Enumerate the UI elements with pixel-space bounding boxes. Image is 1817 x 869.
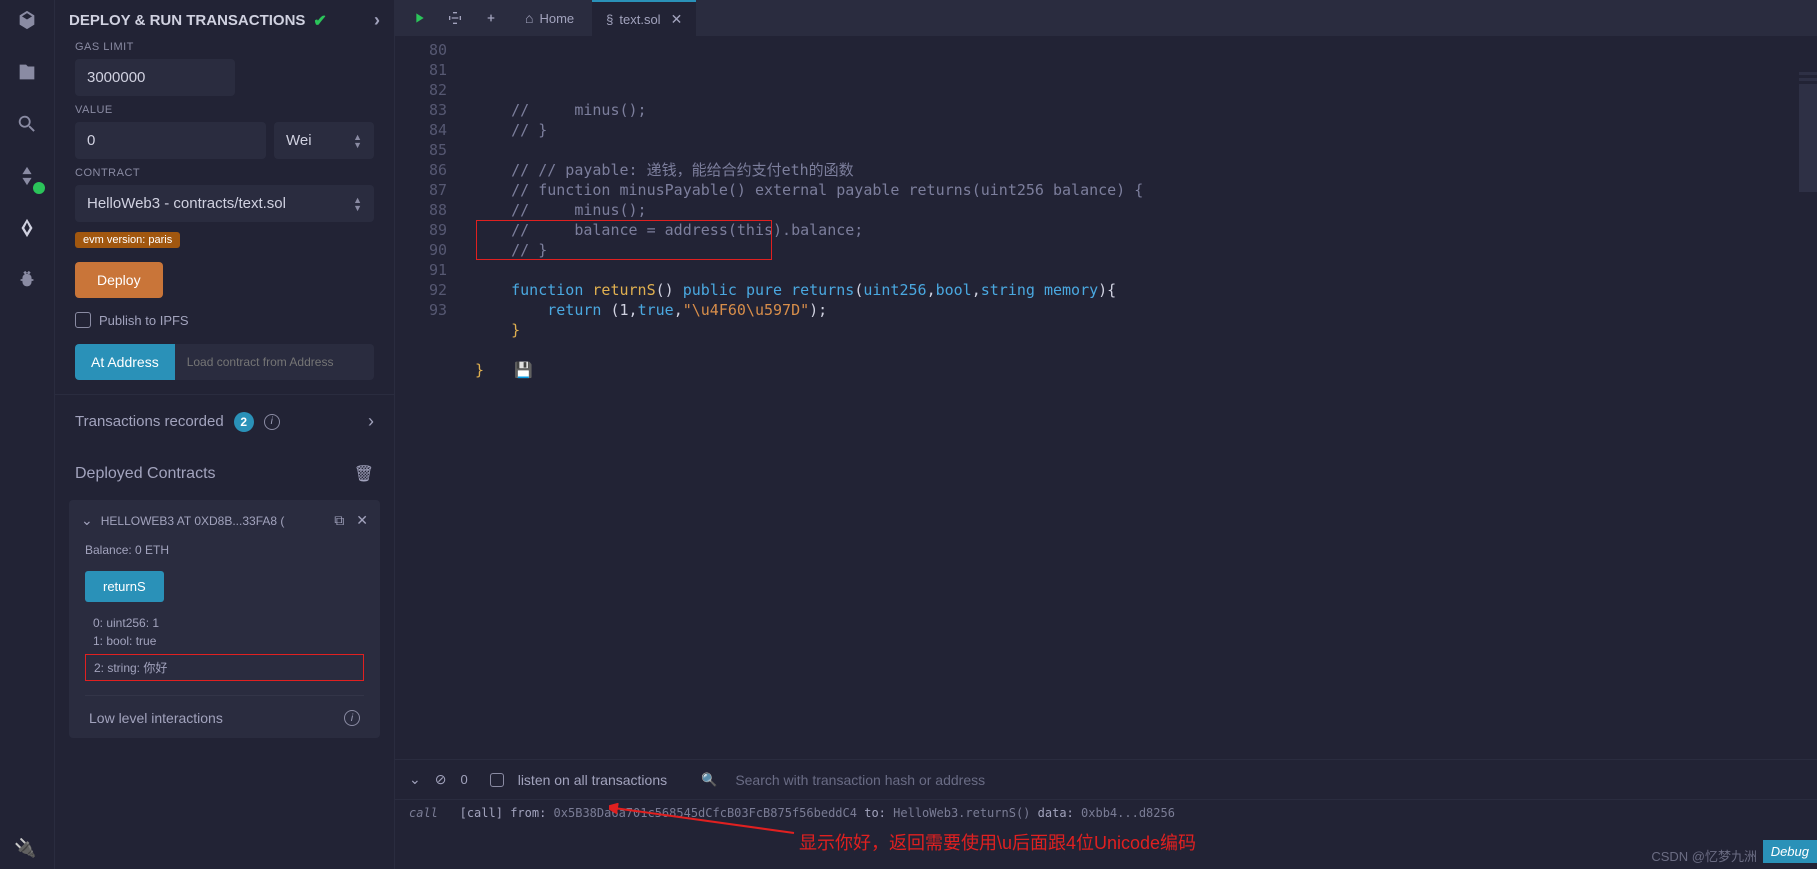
instance-title: HELLOWEB3 AT 0XD8B...33FA8 ( [101,514,285,528]
gas-limit-input[interactable] [75,59,235,96]
terminal-clear-icon[interactable]: ⊘ [435,771,447,788]
return-value-0: 0: uint256: 1 [85,614,364,632]
close-tab-icon[interactable]: ✕ [671,11,683,28]
trash-icon[interactable]: 🗑 [354,464,374,484]
terminal-toggle-icon[interactable]: ⌄ [409,771,421,788]
pending-tx-count: 0 [460,772,467,787]
function-returns-button[interactable]: returnS [85,571,164,602]
copy-address-icon[interactable]: ⧉ [334,512,344,529]
value-input[interactable] [75,122,266,159]
tab-home[interactable]: ⌂ Home [511,0,588,36]
terminal-output: call [call] from: 0x5B38Da6a701c568545dC… [395,800,1817,826]
code-editor[interactable]: 80818283848586878889⌄90919293 // minus()… [395,36,1817,759]
info-icon[interactable]: i [264,414,280,430]
instance-balance: Balance: 0 ETH [85,543,364,557]
value-label: VALUE [75,104,374,116]
listen-label: listen on all transactions [518,772,667,788]
icon-sidebar [0,0,55,869]
evm-version-badge: evm version: paris [75,232,180,248]
remove-instance-icon[interactable]: ✕ [356,512,368,529]
tx-recorded-label: Transactions recorded [75,413,224,430]
tx-count-badge: 2 [234,412,254,432]
terminal-search-icon[interactable]: 🔍 [701,772,717,788]
editor-tabbar: ⌂ Home § text.sol ✕ [395,0,1817,36]
instance-collapse-icon[interactable]: ⌄ [81,512,93,529]
solidity-file-icon: § [606,12,613,27]
deploy-button[interactable]: Deploy [75,262,163,298]
panel-title: DEPLOY & RUN TRANSACTIONS [69,12,305,29]
deploy-panel: DEPLOY & RUN TRANSACTIONS ✔ › GAS LIMIT … [55,0,395,869]
check-icon: ✔ [313,11,326,31]
terminal-search-input[interactable] [731,768,1251,792]
value-unit-select[interactable]: Wei ▲▼ [274,122,374,159]
low-level-interactions-label: Low level interactions [89,710,223,726]
lli-info-icon[interactable]: i [344,710,360,726]
file-explorer-icon[interactable] [13,58,41,86]
terminal: ⌄ ⊘ 0 listen on all transactions 🔍 call … [395,759,1817,869]
tab-text-sol[interactable]: § text.sol ✕ [592,0,696,36]
return-value-2: 2: string: 你好 [86,657,363,678]
search-icon[interactable] [13,110,41,138]
deploy-run-icon[interactable] [13,214,41,242]
zoom-in-icon[interactable] [475,6,507,30]
contract-label: CONTRACT [75,167,374,179]
remix-logo-icon[interactable] [13,6,41,34]
minimap[interactable] [1799,72,1817,352]
watermark: CSDN @忆梦九洲 [1651,846,1757,865]
contract-instance: ⌄ HELLOWEB3 AT 0XD8B...33FA8 ( ⧉ ✕ Balan… [69,500,380,738]
debug-button[interactable]: Debug [1763,840,1817,863]
publish-ipfs-checkbox[interactable] [75,312,91,328]
deployed-contracts-title: Deployed Contracts [75,465,216,483]
return-value-1: 1: bool: true [85,632,364,650]
debugger-icon[interactable] [13,266,41,294]
tx-recorded-expand[interactable]: › [368,411,374,432]
at-address-button[interactable]: At Address [75,344,175,380]
publish-ipfs-label: Publish to IPFS [99,313,189,328]
code-highlight-box [476,220,772,260]
panel-collapse-chevron[interactable]: › [374,10,380,31]
gas-limit-label: GAS LIMIT [75,41,374,53]
run-script-icon[interactable] [403,6,435,30]
editor-area: ⌂ Home § text.sol ✕ 80818283848586878889… [395,0,1817,869]
plugin-manager-icon[interactable]: 🔌 [14,838,36,859]
solidity-compiler-icon[interactable] [13,162,41,190]
listen-checkbox[interactable] [490,773,504,787]
at-address-input[interactable] [175,344,374,380]
zoom-out-icon[interactable] [439,6,471,30]
contract-select[interactable]: HelloWeb3 - contracts/text.sol ▲▼ [75,185,374,222]
home-icon: ⌂ [525,10,533,26]
